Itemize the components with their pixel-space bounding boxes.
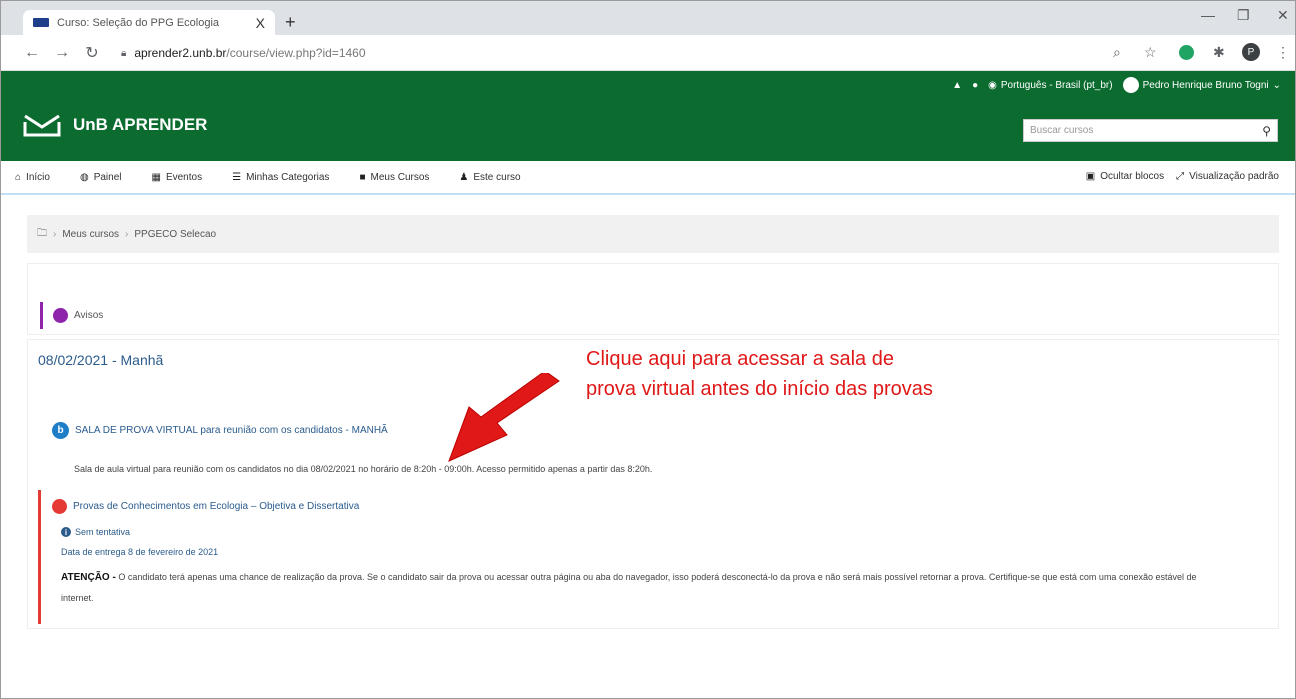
activity-quiz: Provas de Conhecimentos em Ecologia – Ob… [38,490,1268,624]
quiz-warning: ATENÇÃO - O candidato terá apenas uma ch… [52,567,1202,608]
activity-label: SALA DE PROVA VIRTUAL para reunião com o… [75,425,388,436]
general-section: Avisos [27,263,1279,335]
restore-icon[interactable]: ❐ [1237,7,1250,24]
list-icon: ☰ [232,171,242,183]
info-icon: i [61,527,71,537]
default-view-label: Visualização padrão [1189,171,1279,182]
menu-item-meus-cursos[interactable]: ■ Meus Cursos [359,172,429,183]
url-host: aprender2.unb.br [134,46,227,60]
menu-label: Meus Cursos [370,171,430,183]
quiz-warning-bold: ATENÇÃO - [61,572,116,583]
forum-icon [53,308,68,323]
quiz-link[interactable]: Provas de Conhecimentos em Ecologia – Ob… [52,499,1268,514]
activity-bbb-room[interactable]: b SALA DE PROVA VIRTUAL para reunião com… [52,422,388,439]
blocks-icon: ▣ [1085,171,1096,182]
quiz-attempt-status: i Sem tentativa [52,527,1268,537]
site-favicon-icon [33,18,49,27]
tab-title: Curso: Seleção do PPG Ecologia [57,16,220,29]
breadcrumb-separator: › [53,228,57,240]
url-path: /course/view.php?id=1460 [226,46,366,60]
annotation-arrow-icon [448,373,560,462]
annotation-text: Clique aqui para acessar a sala de prova… [586,348,933,400]
course-search-input[interactable]: Buscar cursos ⚲ [1023,119,1278,142]
notifications-icon[interactable]: ▲ [952,80,962,91]
brand-header: UnB APRENDER Buscar cursos ⚲ [1,99,1295,161]
section-title: 08/02/2021 - Manhã [38,352,164,368]
home-icon: ⌂ [15,171,22,183]
zoom-icon[interactable]: ⌕ [1113,44,1121,61]
menu-item-este-curso[interactable]: ♟ Este curso [459,172,520,183]
lock-icon: 🔒︎ [121,47,127,59]
brand-title: UnB APRENDER [73,115,208,134]
folder-icon[interactable]: 🗀︎ [37,226,47,243]
hide-blocks-button[interactable]: ▣ Ocultar blocos [1086,171,1164,182]
address-bar[interactable]: 🔒︎ aprender2.unb.br /course/view.php?id=… [121,42,1081,64]
extension-green-icon[interactable] [1179,45,1194,60]
user-topbar: ▲ ● ◉ Português - Brasil (pt_br) Pedro H… [1,71,1295,99]
default-view-button[interactable]: ⤢ Visualização padrão [1176,171,1279,182]
hide-blocks-label: Ocultar blocos [1100,171,1165,182]
minimize-icon[interactable]: — [1201,7,1215,23]
browser-window: Curso: Seleção do PPG Ecologia X + — ❐ ✕… [0,0,1296,699]
bookmark-star-icon[interactable]: ☆ [1144,44,1157,61]
menu-item-inicio[interactable]: ⌂ Início [15,172,50,183]
browser-toolbar: ← → ↻ 🔒︎ aprender2.unb.br /course/view.p… [1,35,1295,71]
activity-label: Avisos [74,310,104,321]
dashboard-icon: ◍ [79,171,89,183]
reload-icon[interactable]: ↻ [79,43,105,63]
users-icon: ♟ [459,171,469,183]
quiz-due-date: Data de entrega 8 de fevereiro de 2021 [61,547,219,557]
language-label: Português - Brasil (pt_br) [1000,79,1113,91]
quiz-warning-text: O candidato terá apenas uma chance de re… [61,572,1197,603]
menu-label: Eventos [165,171,203,183]
profile-avatar[interactable]: P [1242,43,1260,61]
user-menu[interactable]: Pedro Henrique Bruno Togni ⌄ [1122,77,1281,93]
close-window-icon[interactable]: ✕ [1277,7,1289,24]
back-icon[interactable]: ← [19,44,45,62]
language-menu[interactable]: ◉ Português - Brasil (pt_br) [988,80,1112,91]
user-name: Pedro Henrique Bruno Togni [1142,79,1269,91]
messages-icon[interactable]: ● [972,80,978,91]
custom-menu: ⌂ Início ◍ Painel ▦ Eventos ☰ Minhas Cat… [1,161,1295,195]
menu-label: Painel [93,171,122,183]
new-tab-button[interactable]: + [285,12,296,33]
unb-logo-icon [23,114,61,137]
forward-icon[interactable]: → [49,44,75,62]
quiz-attempt-label: Sem tentativa [75,527,131,537]
browser-tab[interactable]: Curso: Seleção do PPG Ecologia X [23,10,275,35]
tab-strip: Curso: Seleção do PPG Ecologia X + — ❐ ✕ [1,1,1295,35]
chevron-down-icon: ⌄ [1272,79,1281,91]
menu-label: Início [26,171,50,183]
breadcrumb-item-meus-cursos[interactable]: Meus cursos [62,229,119,240]
menu-item-minhas-categorias[interactable]: ☰ Minhas Categorias [232,172,329,183]
breadcrumb-item-course[interactable]: PPGECO Selecao [134,229,216,240]
menu-right-actions: ▣ Ocultar blocos ⤢ Visualização padrão [1086,171,1279,182]
browser-menu-icon[interactable]: ⋮ [1276,44,1290,61]
expand-icon: ⤢ [1176,171,1185,182]
menu-item-eventos[interactable]: ▦ Eventos [152,172,203,183]
breadcrumb-separator: › [125,228,129,240]
quiz-title: Provas de Conhecimentos em Ecologia – Ob… [73,501,360,512]
breadcrumb: 🗀︎ › Meus cursos › PPGECO Selecao [27,215,1279,253]
bigbluebutton-icon: b [52,422,69,439]
briefcase-icon: ■ [359,171,366,183]
menu-label: Este curso [473,171,521,183]
quiz-icon [52,499,67,514]
site-logo[interactable]: UnB APRENDER [23,113,207,137]
menu-item-painel[interactable]: ◍ Painel [80,172,122,183]
tab-close-button[interactable]: X [256,15,265,31]
avatar [1122,77,1139,93]
search-placeholder: Buscar cursos [1030,125,1094,136]
page-content: 🗀︎ › Meus cursos › PPGECO Selecao Avisos… [1,215,1295,629]
extensions-puzzle-icon[interactable]: ✱ [1213,44,1225,61]
activity-avisos[interactable]: Avisos [40,302,103,329]
search-icon[interactable]: ⚲ [1262,124,1271,138]
globe-icon: ◉ [988,79,997,91]
calendar-icon: ▦ [151,171,161,183]
menu-label: Minhas Categorias [246,171,330,183]
